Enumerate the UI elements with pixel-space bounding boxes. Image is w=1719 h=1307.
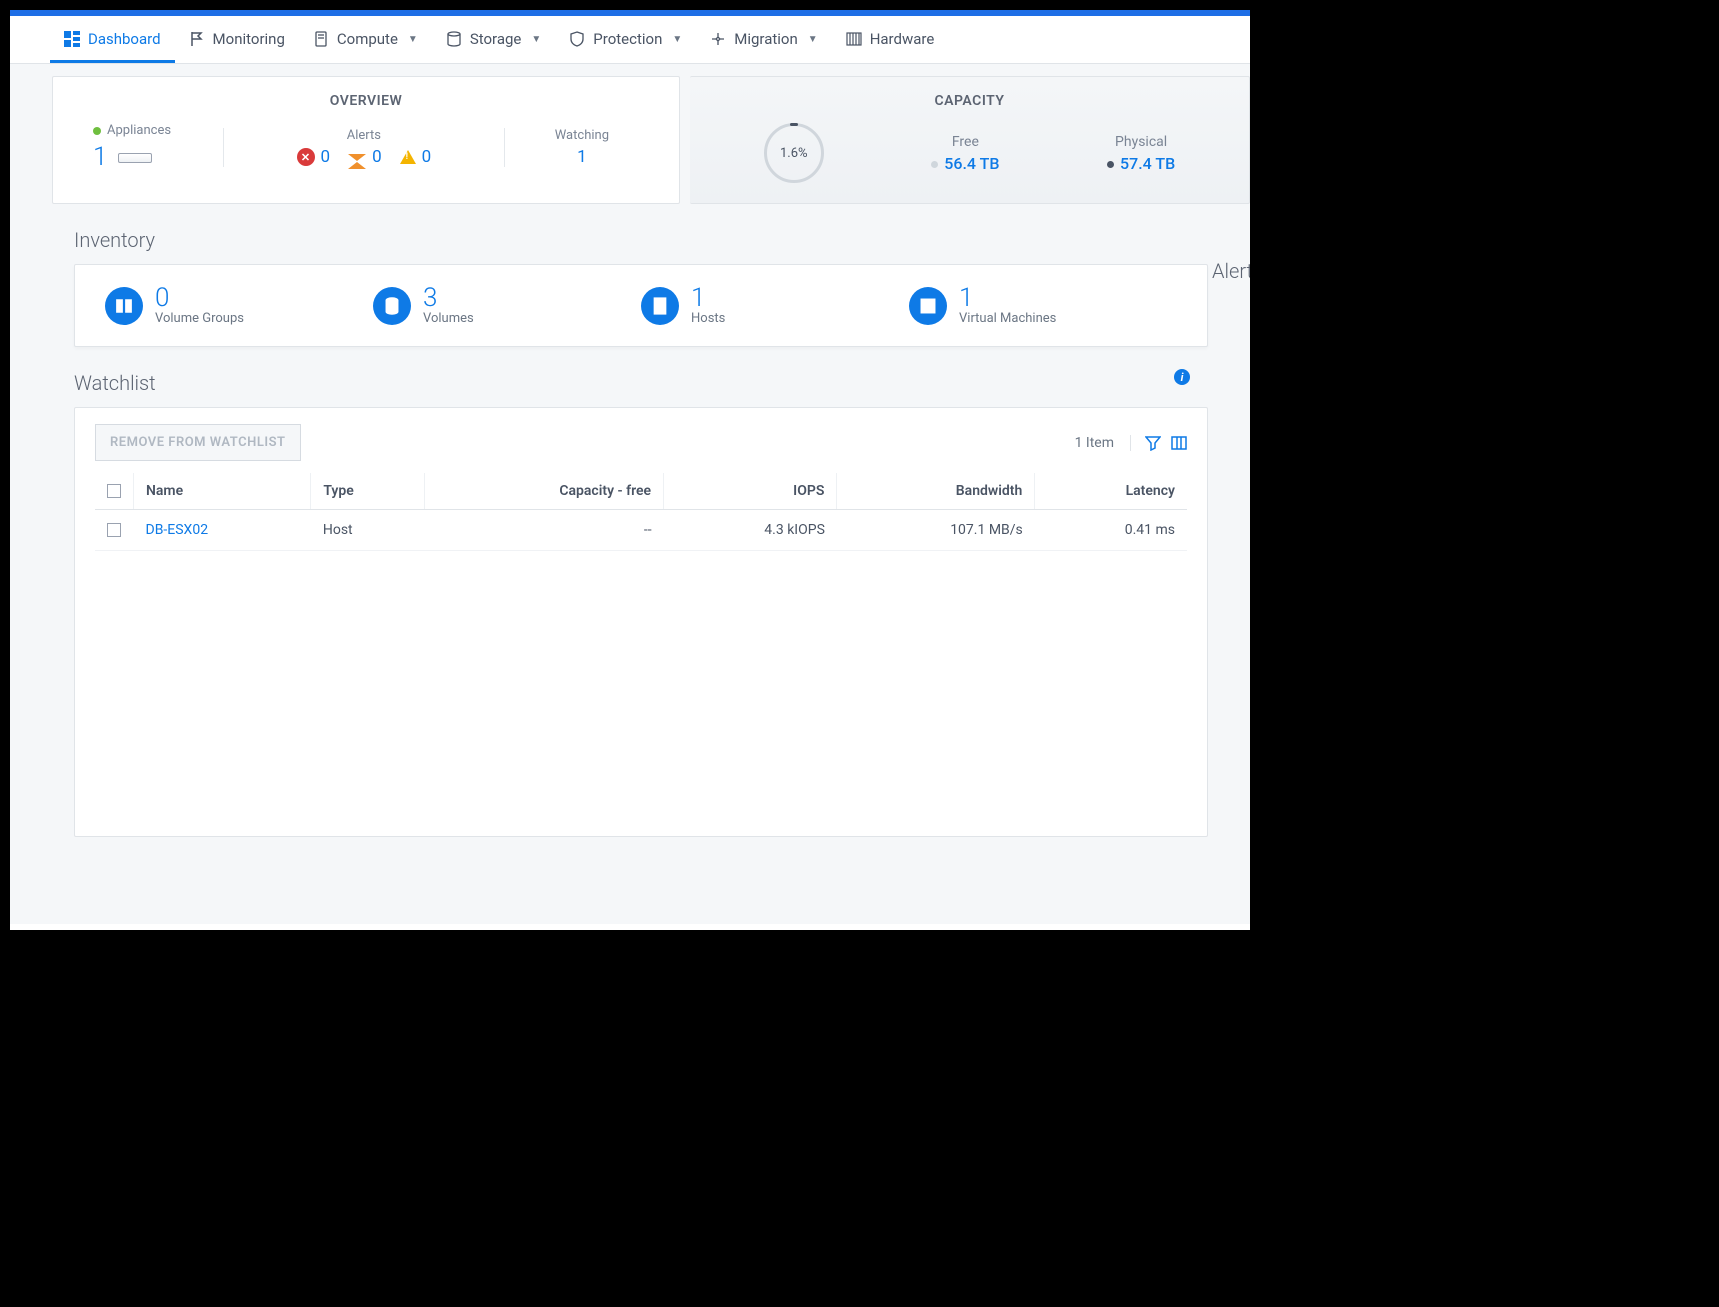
row-latency: 0.41 ms bbox=[1035, 510, 1187, 551]
row-type: Host bbox=[311, 510, 425, 551]
alert-major[interactable]: 0 bbox=[348, 147, 382, 167]
inventory-title: Inventory bbox=[74, 228, 1250, 252]
physical-label: Physical bbox=[1107, 134, 1175, 150]
row-name[interactable]: DB-ESX02 bbox=[134, 510, 311, 551]
side-alerts-title: Alerts bbox=[1212, 259, 1250, 283]
col-name[interactable]: Name bbox=[134, 473, 311, 510]
shield-icon bbox=[569, 31, 585, 47]
nav-dashboard[interactable]: Dashboard bbox=[50, 16, 175, 63]
table-row[interactable]: DB-ESX02 Host -- 4.3 kIOPS 107.1 MB/s 0.… bbox=[95, 510, 1187, 551]
free-label: Free bbox=[931, 134, 999, 150]
flag-icon bbox=[189, 31, 205, 47]
appliance-icon bbox=[118, 153, 152, 163]
inv-hosts[interactable]: 1Hosts bbox=[641, 285, 909, 326]
inventory-card: 0Volume Groups 3Volumes 1Hosts vm 1Virtu… bbox=[74, 264, 1208, 347]
error-icon: ✕ bbox=[297, 148, 315, 166]
col-capacity[interactable]: Capacity - free bbox=[424, 473, 663, 510]
nav-label: Protection bbox=[593, 30, 662, 48]
nav-compute[interactable]: Compute ▼ bbox=[299, 16, 432, 63]
nav-label: Monitoring bbox=[213, 30, 285, 48]
appliances-count[interactable]: 1 bbox=[93, 142, 203, 172]
filter-icon[interactable] bbox=[1145, 435, 1161, 451]
volumes-icon bbox=[373, 287, 411, 325]
watchlist-table: Name Type Capacity - free IOPS Bandwidth… bbox=[95, 473, 1187, 551]
storage-icon bbox=[446, 31, 462, 47]
nav-protection[interactable]: Protection ▼ bbox=[555, 16, 696, 63]
row-iops: 4.3 kIOPS bbox=[664, 510, 837, 551]
capacity-card: CAPACITY 1.6% Free 56.4 TB Physical 57.4… bbox=[690, 76, 1250, 204]
item-count: 1 Item bbox=[1075, 435, 1114, 451]
overview-title: OVERVIEW bbox=[73, 93, 659, 109]
compute-icon bbox=[313, 31, 329, 47]
nav-label: Storage bbox=[470, 30, 522, 48]
overview-card: OVERVIEW Appliances 1 Alerts ✕0 0 0 Watc… bbox=[52, 76, 680, 204]
warning-minor-icon bbox=[400, 150, 416, 164]
watching-count[interactable]: 1 bbox=[555, 147, 609, 167]
inv-volumes[interactable]: 3Volumes bbox=[373, 285, 641, 326]
col-iops[interactable]: IOPS bbox=[664, 473, 837, 510]
col-latency[interactable]: Latency bbox=[1035, 473, 1187, 510]
vm-icon: vm bbox=[909, 287, 947, 325]
row-bandwidth: 107.1 MB/s bbox=[837, 510, 1035, 551]
capacity-gauge: 1.6% bbox=[764, 123, 824, 183]
info-icon[interactable]: i bbox=[1174, 369, 1190, 385]
nav-hardware[interactable]: Hardware bbox=[832, 16, 949, 63]
row-checkbox[interactable] bbox=[107, 523, 121, 537]
caret-icon: ▼ bbox=[672, 34, 682, 45]
nav-label: Migration bbox=[734, 30, 798, 48]
remove-from-watchlist-button[interactable]: REMOVE FROM WATCHLIST bbox=[95, 424, 301, 461]
alerts-label: Alerts bbox=[244, 128, 484, 143]
col-type[interactable]: Type bbox=[311, 473, 425, 510]
col-bandwidth[interactable]: Bandwidth bbox=[837, 473, 1035, 510]
svg-text:vm: vm bbox=[923, 303, 932, 311]
alert-minor[interactable]: 0 bbox=[400, 147, 432, 167]
nav-label: Compute bbox=[337, 30, 398, 48]
alert-error[interactable]: ✕0 bbox=[297, 147, 331, 167]
watchlist-title: Watchlist bbox=[74, 371, 156, 395]
inv-vms[interactable]: vm 1Virtual Machines bbox=[909, 285, 1177, 326]
inv-volume-groups[interactable]: 0Volume Groups bbox=[105, 285, 373, 326]
nav-storage[interactable]: Storage ▼ bbox=[432, 16, 555, 63]
watching-label: Watching bbox=[555, 128, 609, 143]
hardware-icon bbox=[846, 31, 862, 47]
select-all-checkbox[interactable] bbox=[107, 484, 121, 498]
nav-label: Hardware bbox=[870, 30, 935, 48]
capacity-title: CAPACITY bbox=[710, 93, 1229, 109]
physical-value[interactable]: 57.4 TB bbox=[1107, 154, 1175, 173]
row-capacity: -- bbox=[424, 510, 663, 551]
appliances-label: Appliances bbox=[93, 123, 203, 138]
volume-groups-icon bbox=[105, 287, 143, 325]
caret-icon: ▼ bbox=[531, 34, 541, 45]
nav-label: Dashboard bbox=[88, 30, 161, 48]
columns-icon[interactable] bbox=[1171, 435, 1187, 451]
main-nav: Dashboard Monitoring Compute ▼ Storage ▼ P… bbox=[10, 16, 1250, 64]
hosts-icon bbox=[641, 287, 679, 325]
caret-icon: ▼ bbox=[408, 34, 418, 45]
caret-icon: ▼ bbox=[808, 34, 818, 45]
dashboard-icon bbox=[64, 31, 80, 47]
watchlist-card: REMOVE FROM WATCHLIST 1 Item Name Type C… bbox=[74, 407, 1208, 837]
nav-migration[interactable]: Migration ▼ bbox=[696, 16, 831, 63]
nav-monitoring[interactable]: Monitoring bbox=[175, 16, 299, 63]
warning-major-icon bbox=[348, 154, 366, 161]
free-value[interactable]: 56.4 TB bbox=[931, 154, 999, 173]
migration-icon bbox=[710, 31, 726, 47]
